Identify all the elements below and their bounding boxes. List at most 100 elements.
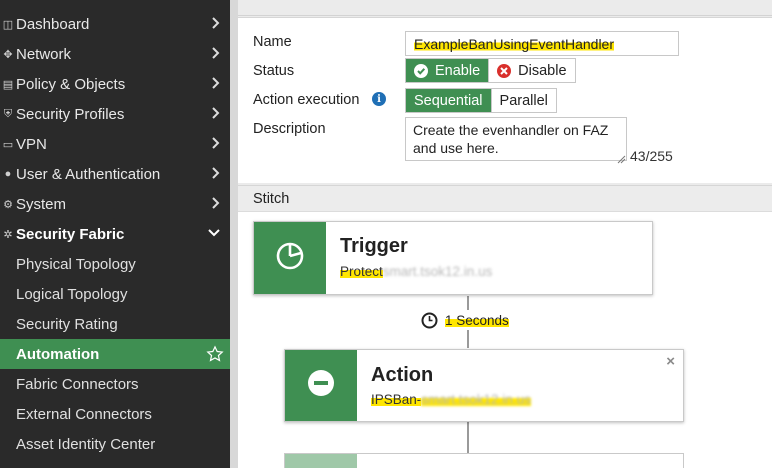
sidebar-item-system[interactable]: ⚙ System bbox=[0, 189, 230, 219]
sidebar-subitem-physical-topology[interactable]: Physical Topology bbox=[0, 249, 230, 279]
sidebar-subitem-label: Logical Topology bbox=[16, 285, 128, 303]
trigger-card[interactable]: Trigger Protectsmart.tsok12.in.us bbox=[253, 221, 653, 295]
chevron-right-icon bbox=[212, 17, 220, 29]
info-icon[interactable]: i bbox=[372, 92, 386, 106]
sidebar-subitem-security-rating[interactable]: Security Rating bbox=[0, 309, 230, 339]
name-field[interactable]: ExampleBanUsingEventHandler bbox=[405, 31, 679, 56]
sidebar-item-user-authentication[interactable]: ● User & Authentication bbox=[0, 159, 230, 189]
network-icon: ✥ bbox=[3, 48, 13, 61]
minus-circle-icon bbox=[306, 368, 336, 403]
sidebar-item-network[interactable]: ✥ Network bbox=[0, 39, 230, 69]
security-fabric-icon: ✲ bbox=[3, 228, 13, 241]
chevron-right-icon bbox=[212, 167, 220, 179]
security-profiles-icon: ⛨ bbox=[3, 107, 13, 120]
trigger-subtitle-visible: Protect bbox=[340, 264, 383, 279]
sidebar-subitem-label: Fabric Connectors bbox=[16, 375, 139, 393]
connector-line bbox=[467, 296, 469, 310]
sidebar-item-label: Network bbox=[16, 45, 72, 63]
sidebar-subitem-automation[interactable]: Automation bbox=[0, 339, 230, 369]
name-value: ExampleBanUsingEventHandler bbox=[414, 36, 614, 52]
trigger-subtitle: Protectsmart.tsok12.in.us bbox=[340, 264, 492, 279]
trigger-side-panel bbox=[254, 222, 326, 294]
sidebar-item-security-fabric[interactable]: ✲ Security Fabric bbox=[0, 219, 230, 249]
sidebar-item-label: Security Profiles bbox=[16, 105, 125, 123]
gear-icon: ⚙ bbox=[3, 198, 13, 211]
status-disable-button[interactable]: Disable bbox=[488, 59, 575, 82]
chevron-right-icon bbox=[212, 137, 220, 149]
sidebar-item-label: Dashboard bbox=[16, 15, 90, 33]
exec-parallel-label: Parallel bbox=[499, 92, 548, 109]
sidebar-item-label: User & Authentication bbox=[16, 165, 161, 183]
chevron-right-icon bbox=[212, 77, 220, 89]
disable-x-icon bbox=[497, 63, 512, 78]
trigger-title: Trigger bbox=[340, 235, 408, 257]
stitch-header: Stitch bbox=[238, 186, 772, 212]
trigger-subtitle-obscured: smart.tsok12.in.us bbox=[382, 264, 493, 279]
sidebar-item-security-profiles[interactable]: ⛨ Security Profiles bbox=[0, 99, 230, 129]
exec-sequential-button[interactable]: Sequential bbox=[406, 89, 491, 112]
status-enable-button[interactable]: Enable bbox=[406, 59, 489, 82]
status-toggle: Enable Disable bbox=[405, 58, 576, 83]
clock-icon bbox=[421, 312, 438, 329]
delay-text: 1 Seconds bbox=[445, 312, 509, 328]
chevron-right-icon bbox=[212, 47, 220, 59]
status-disable-label: Disable bbox=[518, 62, 567, 79]
sidebar-subitem-label: Physical Topology bbox=[16, 255, 136, 273]
sidebar-item-dashboard[interactable]: ◫ Dashboard bbox=[0, 9, 230, 39]
sidebar-subitem-label: Security Rating bbox=[16, 315, 118, 333]
description-textarea[interactable]: Create the evenhandler on FAZ and use he… bbox=[405, 117, 627, 161]
next-card-side-panel bbox=[285, 454, 357, 468]
sidebar-subitem-fabric-connectors[interactable]: Fabric Connectors bbox=[0, 369, 230, 399]
checkmark-icon bbox=[414, 63, 428, 78]
stitch-title: Stitch bbox=[253, 191, 290, 207]
sidebar-subitem-asset-identity-center[interactable]: Asset Identity Center bbox=[0, 429, 230, 459]
action-subtitle-obscured: smart.tsok12.in.us bbox=[421, 392, 531, 407]
main-content: Name ExampleBanUsingEventHandler Status … bbox=[238, 0, 772, 468]
vpn-icon: ▭ bbox=[2, 138, 14, 151]
exec-parallel-button[interactable]: Parallel bbox=[490, 89, 556, 112]
user-icon: ● bbox=[4, 168, 12, 180]
sidebar: ◫ Dashboard ✥ Network ▤ Policy & Objects… bbox=[0, 0, 230, 468]
stitch-panel: Stitch Trigger Protectsmart.tsok12.in.us… bbox=[238, 185, 772, 468]
sidebar-item-label: Policy & Objects bbox=[16, 75, 126, 93]
sidebar-subitem-label: External Connectors bbox=[16, 405, 152, 423]
sidebar-subitem-logical-topology[interactable]: Logical Topology bbox=[0, 279, 230, 309]
action-execution-label: Action execution bbox=[253, 92, 360, 108]
sidebar-subitem-label: Automation bbox=[16, 345, 100, 363]
sidebar-subitem-label: Asset Identity Center bbox=[16, 435, 156, 453]
status-enable-label: Enable bbox=[435, 62, 481, 79]
sidebar-divider bbox=[230, 0, 238, 468]
sidebar-item-policy-objects[interactable]: ▤ Policy & Objects bbox=[0, 69, 230, 99]
action-subtitle-visible: IPSBan- bbox=[371, 392, 422, 407]
connector-line bbox=[467, 422, 469, 453]
name-label: Name bbox=[253, 34, 292, 50]
delay-indicator[interactable]: 1 Seconds bbox=[421, 310, 509, 330]
action-subtitle: IPSBan-smart.tsok12.in.us bbox=[371, 392, 531, 407]
action-side-panel bbox=[285, 350, 357, 421]
chevron-right-icon bbox=[212, 197, 220, 209]
sidebar-item-label: Security Fabric bbox=[16, 225, 125, 243]
top-toolbar bbox=[238, 0, 772, 16]
trigger-pie-icon bbox=[275, 241, 305, 276]
favorite-star-icon[interactable] bbox=[206, 345, 224, 363]
status-label: Status bbox=[253, 63, 295, 79]
action-execution-toggle: Sequential Parallel bbox=[405, 88, 557, 113]
chevron-down-icon bbox=[208, 229, 220, 237]
resize-grip-icon[interactable] bbox=[617, 151, 626, 164]
char-counter: 43/255 bbox=[630, 148, 673, 164]
sidebar-item-label: System bbox=[16, 195, 67, 213]
action-card[interactable]: Action IPSBan-smart.tsok12.in.us × bbox=[284, 349, 684, 422]
close-icon[interactable]: × bbox=[666, 353, 675, 370]
sidebar-item-label: VPN bbox=[16, 135, 47, 153]
description-label: Description bbox=[253, 121, 326, 137]
policy-icon: ▤ bbox=[2, 78, 14, 91]
chevron-right-icon bbox=[212, 107, 220, 119]
dashboard-icon: ◫ bbox=[2, 18, 14, 31]
next-card-partial[interactable] bbox=[284, 453, 684, 468]
stitch-settings-form: Name ExampleBanUsingEventHandler Status … bbox=[238, 17, 772, 183]
action-title: Action bbox=[371, 364, 434, 386]
sidebar-subitem-external-connectors[interactable]: External Connectors bbox=[0, 399, 230, 429]
connector-line bbox=[467, 330, 469, 348]
sidebar-item-vpn[interactable]: ▭ VPN bbox=[0, 129, 230, 159]
app-window: ◫ Dashboard ✥ Network ▤ Policy & Objects… bbox=[0, 0, 772, 468]
